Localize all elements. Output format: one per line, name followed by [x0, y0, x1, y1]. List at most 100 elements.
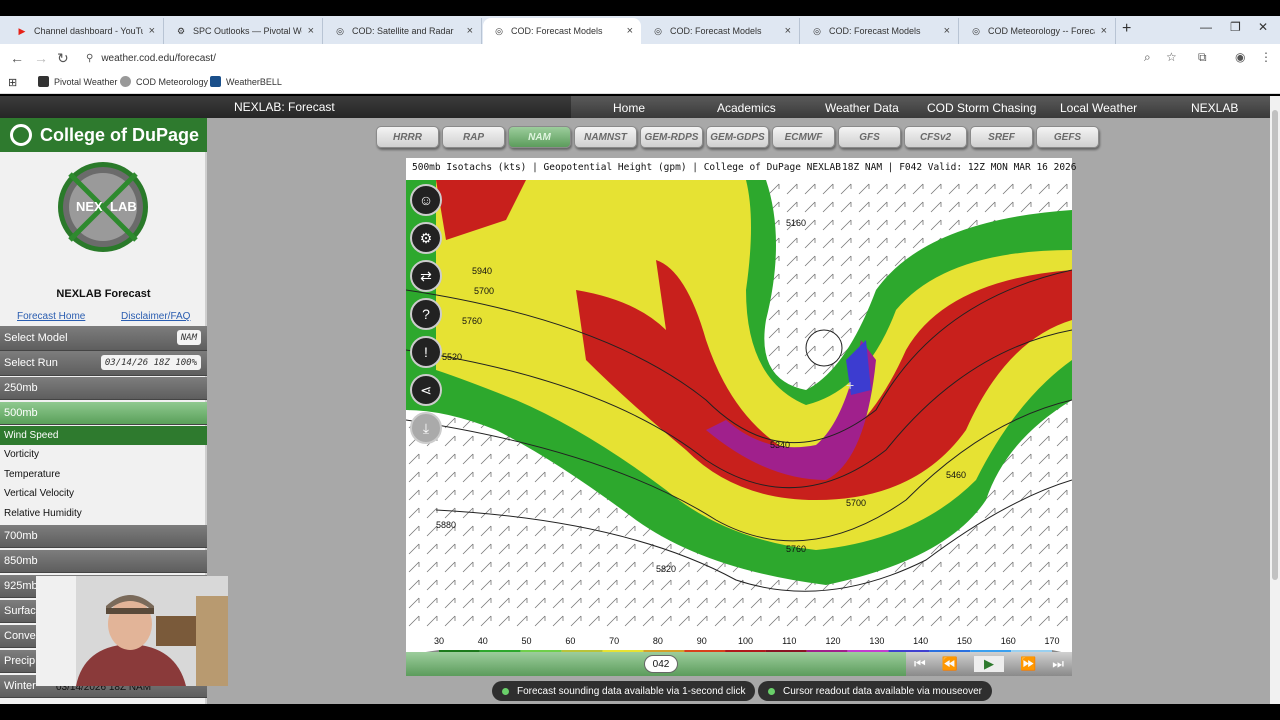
- select-model-row[interactable]: Select Model NAM: [0, 326, 207, 351]
- forecast-home-link[interactable]: Forecast Home: [17, 311, 85, 322]
- tab-meteorology[interactable]: ◎ COD Meteorology -- Forecast S ×: [960, 18, 1116, 44]
- gear-icon: ⚙: [176, 25, 186, 36]
- status-dot-icon: [768, 687, 775, 695]
- new-tab-icon[interactable]: +: [1122, 20, 1131, 38]
- timeline-bar[interactable]: 042 ⏮ ⏪ ▶ ⏩ ⏭: [406, 652, 1072, 676]
- product-temperature[interactable]: Temperature: [0, 465, 207, 484]
- zoom-icon[interactable]: ⌕: [1144, 50, 1151, 65]
- url-field[interactable]: ⚲ weather.cod.edu/forecast/: [80, 48, 1160, 68]
- menu-weather-data[interactable]: Weather Data: [825, 101, 899, 115]
- model-rap[interactable]: RAP: [442, 126, 505, 148]
- sidebar-heading: NEXLAB Forecast: [56, 288, 151, 300]
- first-frame-icon[interactable]: ⏮: [914, 656, 926, 672]
- product-wind-speed[interactable]: Wind Speed: [0, 426, 207, 445]
- menu-local-weather[interactable]: Local Weather: [1060, 101, 1137, 115]
- scrollbar-thumb[interactable]: [1272, 110, 1278, 580]
- close-tab-icon[interactable]: ×: [467, 25, 473, 37]
- close-tab-icon[interactable]: ×: [944, 25, 950, 37]
- contour-label: 5940: [472, 266, 492, 276]
- animation-controls: ⏮ ⏪ ▶ ⏩ ⏭: [906, 652, 1072, 676]
- swap-icon[interactable]: ⇄: [410, 260, 442, 292]
- menu-storm-chasing[interactable]: COD Storm Chasing: [927, 101, 1036, 115]
- webcam-overlay: [36, 576, 228, 686]
- tab-spc[interactable]: ⚙ SPC Outlooks — Pivotal Weather ×: [165, 18, 323, 44]
- close-tab-icon[interactable]: ×: [785, 25, 791, 37]
- model-ecmwf[interactable]: ECMWF: [772, 126, 835, 148]
- nexlab-logo: NEX LAB: [58, 162, 148, 252]
- model-cfsv2[interactable]: CFSv2: [904, 126, 967, 148]
- cod-brand[interactable]: College of DuPage: [0, 118, 207, 152]
- settings-icon[interactable]: ⚙: [410, 222, 442, 254]
- site-info-icon[interactable]: ⚲: [86, 53, 93, 64]
- bookmark-pivotal[interactable]: Pivotal Weather: [38, 76, 117, 87]
- scale-tick-label: 80: [652, 636, 663, 646]
- model-sref[interactable]: SREF: [970, 126, 1033, 148]
- reload-icon[interactable]: ↻: [57, 50, 69, 67]
- fast-forward-icon[interactable]: ⏩: [1020, 656, 1036, 672]
- model-hrrr[interactable]: HRRR: [376, 126, 439, 148]
- close-tab-icon[interactable]: ×: [627, 25, 633, 37]
- help-icon[interactable]: ?: [410, 298, 442, 330]
- extensions-icon[interactable]: ⧉: [1198, 50, 1207, 65]
- product-vorticity[interactable]: Vorticity: [0, 445, 207, 464]
- contour-label: 5820: [656, 564, 676, 574]
- cursor-info: Cursor readout data available via mouseo…: [758, 681, 992, 701]
- tab-satellite[interactable]: ◎ COD: Satellite and Radar ×: [324, 18, 482, 44]
- tab-forecast-active[interactable]: ◎ COD: Forecast Models ×: [483, 18, 641, 44]
- menu-icon[interactable]: ⋮: [1260, 50, 1272, 64]
- select-run-row[interactable]: Select Run 03/14/26 18Z 100%: [0, 351, 207, 376]
- run-badge[interactable]: 03/14/26 18Z 100%: [100, 355, 201, 370]
- model-nam[interactable]: NAM: [508, 126, 571, 148]
- alert-icon[interactable]: !: [410, 336, 442, 368]
- close-window-icon[interactable]: ✕: [1258, 20, 1268, 34]
- page-scrollbar[interactable]: [1270, 96, 1280, 704]
- cod-icon: ◎: [972, 25, 980, 36]
- level-500mb[interactable]: 500mb: [0, 402, 207, 425]
- close-tab-icon[interactable]: ×: [1101, 25, 1107, 37]
- tab-youtube[interactable]: ▶ Channel dashboard - YouTube ×: [6, 18, 164, 44]
- tab-forecast-2[interactable]: ◎ COD: Forecast Models ×: [642, 18, 800, 44]
- forward-icon[interactable]: →: [34, 50, 48, 66]
- model-gem-rdps[interactable]: GEM-RDPS: [640, 126, 703, 148]
- close-tab-icon[interactable]: ×: [308, 25, 314, 37]
- product-vertical-velocity[interactable]: Vertical Velocity: [0, 484, 207, 503]
- back-icon[interactable]: ←: [10, 50, 24, 66]
- download-icon[interactable]: ⤓: [410, 412, 442, 444]
- menu-nexlab[interactable]: NEXLAB: [1191, 101, 1238, 115]
- contour-label: 5760: [462, 316, 482, 326]
- disclaimer-link[interactable]: Disclaimer/FAQ: [121, 311, 190, 322]
- menu-academics[interactable]: Academics: [717, 101, 776, 115]
- star-icon[interactable]: ☆: [1166, 50, 1177, 64]
- profile-icon[interactable]: ◉: [1235, 50, 1245, 64]
- close-tab-icon[interactable]: ×: [149, 25, 155, 37]
- cod-logo-icon: [10, 124, 32, 146]
- level-700mb[interactable]: 700mb: [0, 525, 207, 548]
- contour-label: 5760: [786, 544, 806, 554]
- product-relative-humidity[interactable]: Relative Humidity: [0, 504, 207, 523]
- bookmark-weatherbell[interactable]: WeatherBELL: [210, 76, 282, 87]
- restore-icon[interactable]: ❐: [1230, 20, 1241, 34]
- model-gefs[interactable]: GEFS: [1036, 126, 1099, 148]
- model-gem-gdps[interactable]: GEM-GDPS: [706, 126, 769, 148]
- cod-icon: ◎: [336, 25, 344, 36]
- bottom-black-bar: [0, 704, 1280, 720]
- model-gfs[interactable]: GFS: [838, 126, 901, 148]
- level-250mb[interactable]: 250mb: [0, 377, 207, 400]
- minimize-icon[interactable]: —: [1200, 20, 1212, 34]
- model-namnst[interactable]: NAMNST: [574, 126, 637, 148]
- level-850mb[interactable]: 850mb: [0, 550, 207, 573]
- tab-forecast-3[interactable]: ◎ COD: Forecast Models ×: [801, 18, 959, 44]
- last-frame-icon[interactable]: ⏭: [1052, 656, 1064, 672]
- menu-home[interactable]: Home: [613, 101, 645, 115]
- model-badge[interactable]: NAM: [176, 330, 201, 345]
- user-icon[interactable]: ☺: [410, 184, 442, 216]
- map-title: 500mb Isotachs (kts) | Geopotential Heig…: [412, 162, 1077, 173]
- contour-label: 5160: [786, 218, 806, 228]
- apps-icon[interactable]: ⊞: [8, 76, 17, 89]
- rewind-icon[interactable]: ⏪: [942, 656, 958, 672]
- frame-number[interactable]: 042: [644, 655, 678, 673]
- play-icon[interactable]: ▶: [973, 656, 1004, 672]
- bookmark-cod[interactable]: COD Meteorology: [120, 76, 208, 87]
- forecast-map[interactable]: 5160 5940 5700 5760 5520 5880 5820 5760 …: [406, 180, 1072, 632]
- share-icon[interactable]: ⋖: [410, 374, 442, 406]
